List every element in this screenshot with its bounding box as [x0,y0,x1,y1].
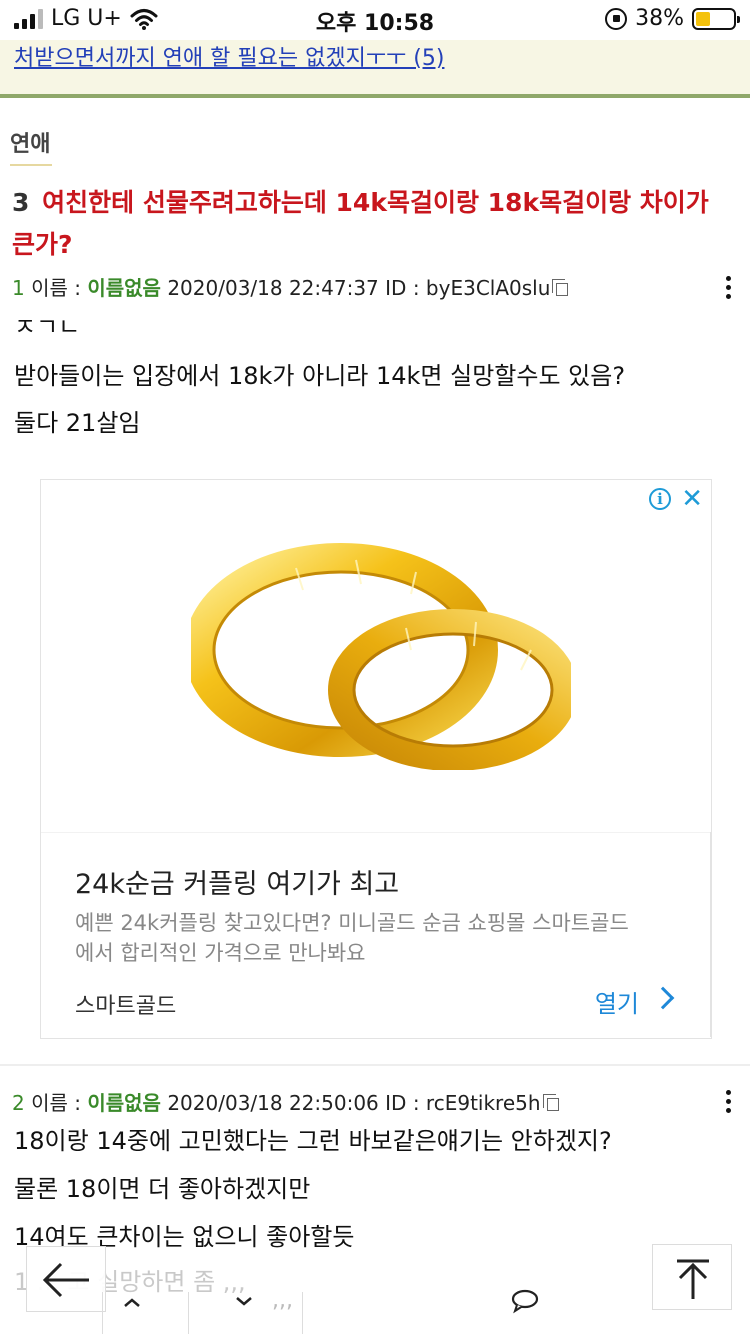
comment-icon[interactable] [510,1288,540,1314]
chevron-up-icon[interactable] [120,1292,144,1316]
id-label: ID : [385,1091,420,1115]
battery-icon [692,7,740,30]
post-body-line: 18이랑 14중에 고민했다는 그런 바보같은얘기는 안하겠지? [14,1127,612,1155]
status-bar: LG U+ 오후 10:58 38% [0,0,750,40]
copy-icon[interactable] [542,1094,559,1111]
post-body-line: 물론 18이면 더 좋아하겠지만 [14,1175,311,1203]
ad-banner[interactable]: i ✕ 24k순금 커플링 여기가 최고 예쁜 24k커플링 찾고있다면? 미니… [40,479,712,1039]
thread-number: 3 [12,188,30,217]
related-thread-link[interactable]: 처받으면서까지 연애 할 필요는 없겠지ㅜㅜ (5) [14,40,444,72]
bottom-toolbar: ,,, [0,1288,750,1334]
ad-headline[interactable]: 24k순금 커플링 여기가 최고 [75,862,399,901]
toolbar-divider [302,1292,303,1334]
battery-percent: 38% [635,6,684,31]
post-body-line: 둘다 21살임 [14,409,141,437]
related-thread-bar: 처받으면서까지 연애 할 필요는 없겠지ㅜㅜ (5) [0,40,750,98]
id-label: ID : [385,276,420,300]
post-header: 1 이름 : 이름없음 2020/03/18 22:47:37 ID : byE… [12,272,569,301]
gold-rings-image [191,543,571,770]
post-body-line: 14여도 큰차이는 없으니 좋아할듯 [14,1223,355,1251]
post-number[interactable]: 1 [12,276,25,300]
name-label: 이름 : [31,276,81,300]
ad-description: 예쁜 24k커플링 찾고있다면? 미니골드 순금 쇼핑몰 스마트골드에서 합리적… [75,911,629,965]
post-body-line: 받아들이는 입장에서 18k가 아니라 14k면 실망할수도 있음? [14,362,626,390]
post-separator [0,1064,750,1066]
rotation-lock-icon [605,7,628,30]
ad-brand: 스마트골드 [75,994,177,1019]
ellipsis-icon[interactable]: ,,, [272,1288,293,1313]
ad-edge [710,832,711,1037]
poster-id: byE3ClA0slu [425,276,551,300]
thread-title: 3 여친한테 선물주려고하는데 14k목걸이랑 18k목걸이랑 차이가 큰가? [12,182,732,266]
copy-icon[interactable] [552,279,569,296]
ad-open-label: 열기 [594,990,639,1018]
battery-fill [696,11,710,26]
board-underline [10,164,52,166]
toolbar-divider [102,1292,103,1334]
ad-close-icon[interactable]: ✕ [681,484,703,514]
post-body-line: ㅈㄱㄴ [14,313,81,341]
name-label: 이름 : [31,1091,81,1115]
post-datetime: 2020/03/18 22:50:06 [167,1091,379,1115]
status-right: 38% [605,6,740,31]
poster-name: 이름없음 [87,276,161,300]
poster-name: 이름없음 [87,1091,161,1115]
board-label[interactable]: 연애 [10,126,50,158]
chevron-down-icon[interactable] [232,1288,256,1312]
thread-title-text: 여친한테 선물주려고하는데 14k목걸이랑 18k목걸이랑 차이가 큰가? [12,188,709,259]
post-datetime: 2020/03/18 22:47:37 [167,276,379,300]
more-options-icon[interactable] [726,276,732,303]
more-options-icon[interactable] [726,1090,732,1117]
ad-info-icon[interactable]: i [649,488,671,510]
poster-id: rcE9tikre5h [425,1091,541,1115]
post-number[interactable]: 2 [12,1091,25,1115]
toolbar-divider [188,1292,189,1334]
post-header: 2 이름 : 이름없음 2020/03/18 22:50:06 ID : rcE… [12,1087,559,1116]
ad-divider [41,832,711,833]
